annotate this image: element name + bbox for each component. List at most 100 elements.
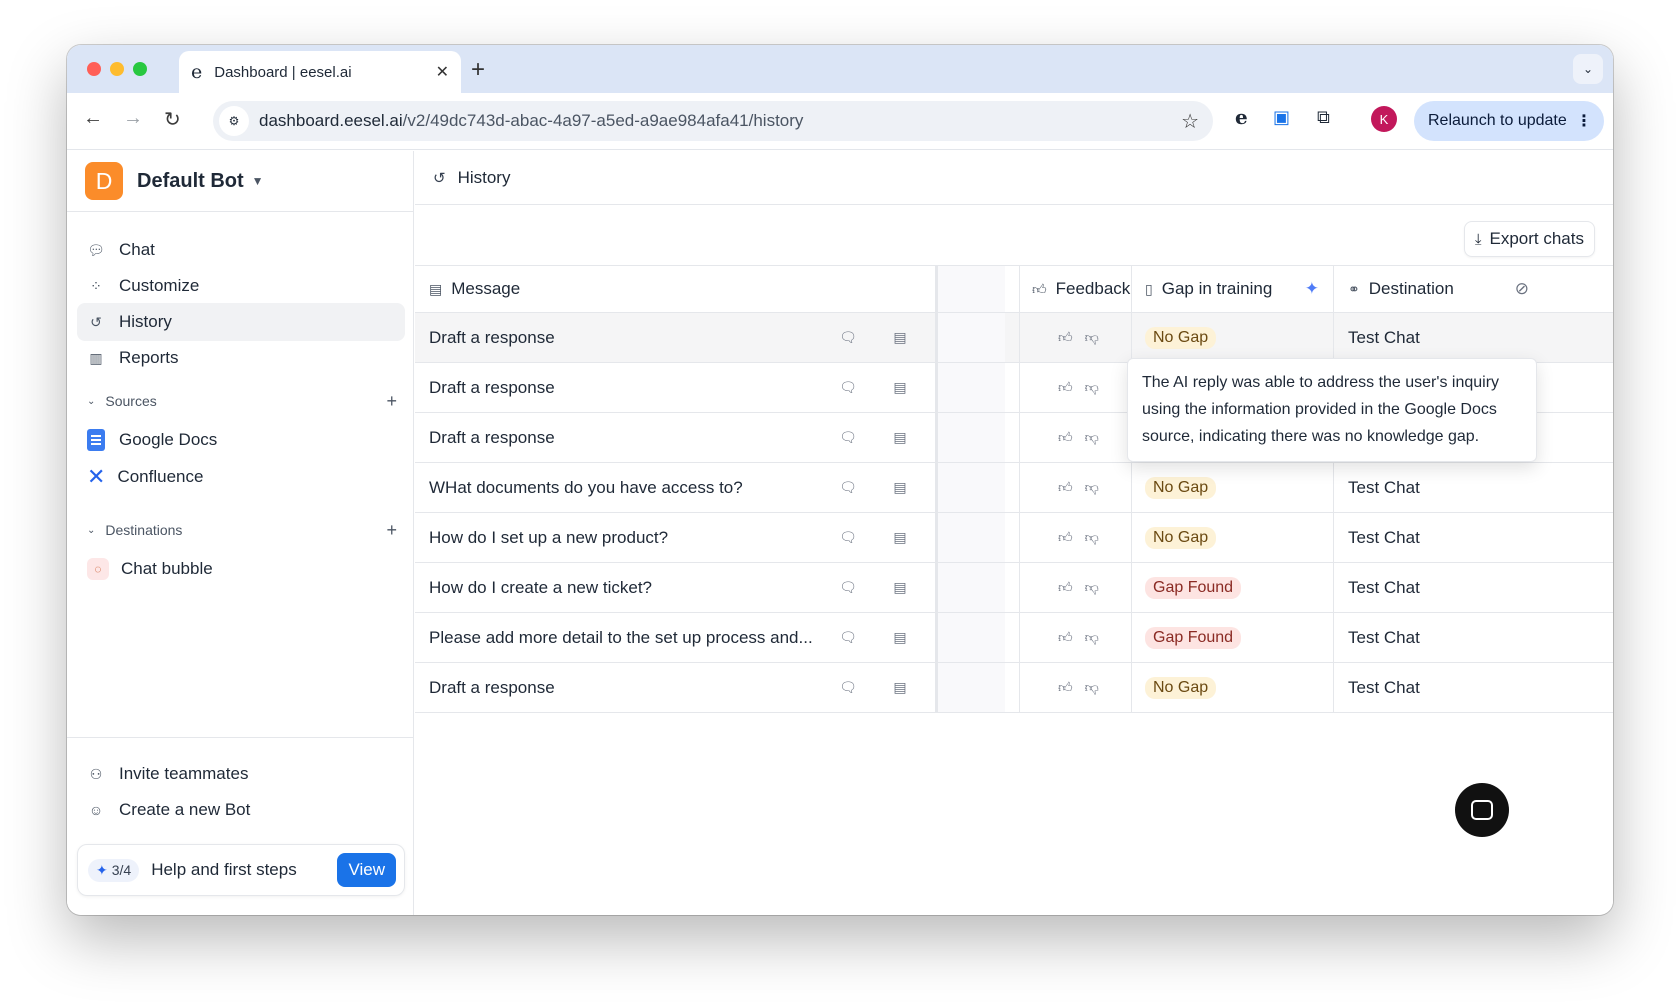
reload-button[interactable]: ↻: [164, 107, 181, 132]
bot-selector[interactable]: D Default Bot ▼: [85, 161, 264, 201]
thumbs-down-icon[interactable]: 👎︎: [1085, 379, 1099, 396]
tab-search-button[interactable]: ⌄: [1573, 54, 1603, 84]
new-tab-button[interactable]: +: [471, 56, 485, 84]
details-icon[interactable]: ▤: [885, 463, 915, 512]
address-bar[interactable]: ⚙ dashboard.eesel.ai/v2/49dc743d-abac-4a…: [213, 101, 1213, 141]
thumbs-down-icon[interactable]: 👎︎: [1085, 329, 1099, 346]
status-badge[interactable]: Gap Found: [1145, 576, 1242, 599]
minimize-window-button[interactable]: [110, 62, 124, 76]
thumbs-up-icon[interactable]: 👍︎: [1058, 429, 1073, 446]
export-chats-button[interactable]: ⤓ Export chats: [1463, 221, 1595, 257]
conversation-icon[interactable]: 🗨︎: [833, 363, 863, 412]
tab-dashboard[interactable]: e Dashboard | eesel.ai ✕: [179, 51, 461, 93]
extensions-puzzle-icon[interactable]: ⧉: [1317, 107, 1330, 128]
status-badge[interactable]: No Gap: [1145, 476, 1217, 499]
thumbs-down-icon[interactable]: 👎︎: [1085, 679, 1099, 696]
help-progress: 3/4: [111, 862, 132, 878]
table-row[interactable]: How do I create a new ticket? 🗨︎ ▤ 👍︎ 👎︎ …: [415, 563, 1613, 613]
thumbs-down-icon[interactable]: 👎︎: [1085, 529, 1099, 546]
thumbs-up-icon[interactable]: 👍︎: [1058, 629, 1073, 646]
gap-cell: No Gap: [1131, 513, 1333, 562]
chevron-down-icon: ⌄: [1582, 62, 1594, 76]
sidebar-item-customize[interactable]: ⁘ Customize: [77, 267, 405, 305]
relaunch-button[interactable]: Relaunch to update ⋮: [1414, 101, 1604, 141]
conversation-icon[interactable]: 🗨︎: [833, 413, 863, 462]
source-google-docs[interactable]: Google Docs: [87, 425, 217, 455]
thumbs-down-icon[interactable]: 👎︎: [1085, 429, 1099, 446]
help-card[interactable]: ✦ 3/4 Help and first steps View: [77, 844, 405, 896]
relaunch-label: Relaunch to update: [1428, 112, 1567, 129]
thumbs-up-icon[interactable]: 👍︎: [1058, 329, 1073, 346]
status-badge[interactable]: Gap Found: [1145, 626, 1242, 649]
screenshot-extension-icon[interactable]: ▣: [1273, 107, 1290, 128]
thumbs-up-icon: 👍︎: [1032, 280, 1047, 297]
source-confluence[interactable]: ✕ Confluence: [87, 462, 203, 492]
source-label: Google Docs: [119, 430, 218, 449]
tab-title: Dashboard | eesel.ai: [214, 63, 352, 81]
conversation-icon[interactable]: 🗨︎: [833, 463, 863, 512]
invite-teammates-item[interactable]: ⚇ Invite teammates: [77, 755, 405, 793]
bookmark-star-icon[interactable]: ☆: [1181, 109, 1199, 134]
column-header-destination[interactable]: ⚭ Destination ⊘: [1333, 266, 1543, 312]
sidebar-item-reports[interactable]: ▥ Reports: [77, 339, 405, 377]
url-host: dashboard.eesel.ai: [259, 111, 403, 130]
table-row[interactable]: Draft a response 🗨︎ ▤ 👍︎ 👎︎ No Gap Test C…: [415, 663, 1613, 713]
add-destination-button[interactable]: +: [386, 520, 397, 541]
thumbs-down-icon[interactable]: 👎︎: [1085, 629, 1099, 646]
destination-chat-bubble[interactable]: ◌ Chat bubble: [87, 554, 213, 584]
gap-cell: No Gap: [1131, 463, 1333, 512]
close-window-button[interactable]: [87, 62, 101, 76]
column-header-message[interactable]: ▤ Message: [429, 266, 929, 312]
conversation-icon[interactable]: 🗨︎: [833, 313, 863, 362]
add-source-button[interactable]: +: [386, 391, 397, 412]
conversation-icon[interactable]: 🗨︎: [833, 663, 863, 712]
back-button[interactable]: ←: [83, 107, 103, 130]
conversation-icon[interactable]: 🗨︎: [833, 513, 863, 562]
table-row[interactable]: WHat documents do you have access to? 🗨︎…: [415, 463, 1613, 513]
thumbs-up-icon[interactable]: 👍︎: [1058, 379, 1073, 396]
thumbs-down-icon[interactable]: 👎︎: [1085, 579, 1099, 596]
hide-column-icon[interactable]: ⊘: [1515, 279, 1529, 299]
status-badge[interactable]: No Gap: [1145, 326, 1217, 349]
hidden-columns-area: [938, 513, 1005, 562]
table-row[interactable]: Draft a response 🗨︎ ▤ 👍︎ 👎︎ No Gap Test C…: [415, 313, 1613, 363]
status-badge[interactable]: No Gap: [1145, 676, 1217, 699]
thumbs-up-icon[interactable]: 👍︎: [1058, 529, 1073, 546]
thumbs-up-icon[interactable]: 👍︎: [1058, 579, 1073, 596]
help-progress-badge: ✦ 3/4: [88, 858, 140, 882]
feedback-cell: 👍︎ 👎︎: [1019, 513, 1131, 562]
chat-launcher-button[interactable]: [1455, 783, 1509, 837]
status-badge[interactable]: No Gap: [1145, 526, 1217, 549]
close-tab-icon[interactable]: ✕: [436, 62, 449, 82]
thumbs-up-icon[interactable]: 👍︎: [1058, 679, 1073, 696]
destinations-section-header[interactable]: ⌄ Destinations +: [87, 518, 397, 542]
table-row[interactable]: How do I set up a new product? 🗨︎ ▤ 👍︎ 👎︎…: [415, 513, 1613, 563]
details-icon[interactable]: ▤: [885, 613, 915, 662]
column-header-gap[interactable]: ▯ Gap in training ✦: [1131, 266, 1333, 312]
details-icon[interactable]: ▤: [885, 363, 915, 412]
eesel-extension-icon[interactable]: e: [1235, 105, 1248, 129]
sidebar-item-label: Customize: [119, 276, 200, 295]
profile-avatar[interactable]: K: [1371, 106, 1397, 132]
site-settings-icon[interactable]: ⚙: [219, 106, 249, 136]
details-icon[interactable]: ▤: [885, 513, 915, 562]
details-icon[interactable]: ▤: [885, 563, 915, 612]
forward-button[interactable]: →: [123, 107, 143, 130]
sparkle-icon[interactable]: ✦: [1305, 279, 1319, 299]
column-header-feedback[interactable]: 👍︎ Feedback: [1019, 266, 1131, 312]
details-icon[interactable]: ▤: [885, 313, 915, 362]
details-icon[interactable]: ▤: [885, 663, 915, 712]
view-button[interactable]: View: [337, 853, 396, 887]
sidebar-item-history[interactable]: ↺ History: [77, 303, 405, 341]
zoom-window-button[interactable]: [133, 62, 147, 76]
create-bot-item[interactable]: ☺ Create a new Bot: [77, 791, 405, 829]
sidebar-item-chat[interactable]: 💬︎ Chat: [77, 231, 405, 269]
more-menu-icon[interactable]: ⋮: [1576, 111, 1592, 131]
thumbs-up-icon[interactable]: 👍︎: [1058, 479, 1073, 496]
thumbs-down-icon[interactable]: 👎︎: [1085, 479, 1099, 496]
table-row[interactable]: Please add more detail to the set up pro…: [415, 613, 1613, 663]
conversation-icon[interactable]: 🗨︎: [833, 613, 863, 662]
details-icon[interactable]: ▤: [885, 413, 915, 462]
conversation-icon[interactable]: 🗨︎: [833, 563, 863, 612]
sources-section-header[interactable]: ⌄ Sources +: [87, 389, 397, 413]
